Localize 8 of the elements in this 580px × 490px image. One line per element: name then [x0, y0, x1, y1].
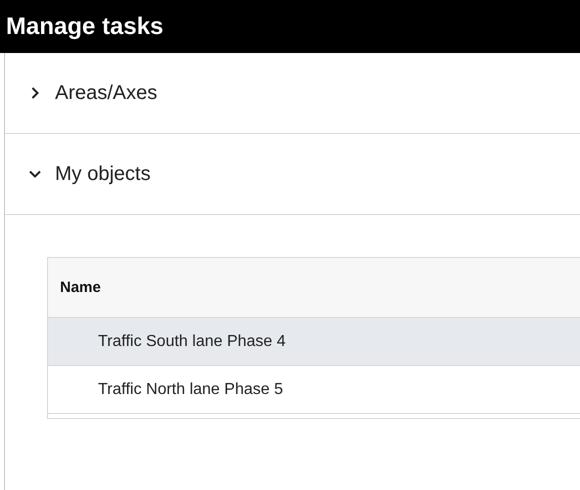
column-header: Name — [48, 258, 580, 318]
chevron-icon — [29, 168, 41, 180]
table-row[interactable]: Traffic South lane Phase 4 — [48, 318, 580, 366]
table-row[interactable]: Traffic North lane Phase 5 — [48, 366, 580, 414]
accordion-header[interactable]: Areas/Axes — [5, 53, 580, 134]
chevron-icon — [29, 87, 41, 99]
window-title: Manage tasks — [6, 12, 164, 40]
accordion-header[interactable]: My objects — [5, 134, 580, 215]
